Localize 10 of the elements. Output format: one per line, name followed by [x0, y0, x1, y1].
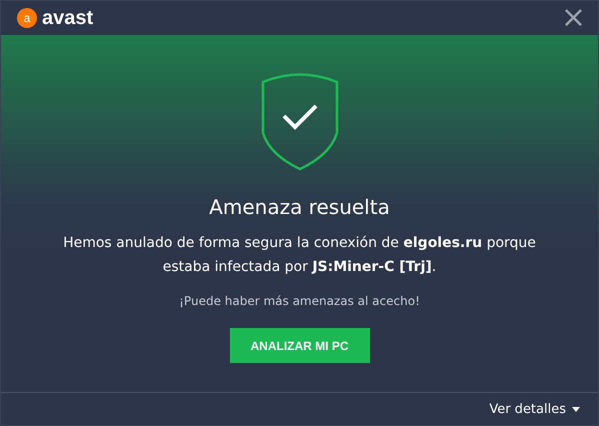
- shield-check-icon: [260, 73, 340, 171]
- result-message: Hemos anulado de forma segura la conexión de elgoles.ru porque estaba infectada por JS:Miner-C [Trj].: [62, 234, 537, 277]
- logo-mark: a: [17, 8, 37, 28]
- warning-text: ¡Puede haber más amenazas al acecho!: [179, 294, 420, 308]
- close-button[interactable]: ×: [556, 3, 590, 33]
- result-title: Amenaza resuelta: [209, 195, 390, 219]
- details-link[interactable]: Ver detalles: [489, 402, 580, 416]
- brand-name: avast: [42, 6, 94, 30]
- scan-button[interactable]: ANALIZAR MI PC: [230, 328, 370, 363]
- caret-icon: [572, 406, 580, 412]
